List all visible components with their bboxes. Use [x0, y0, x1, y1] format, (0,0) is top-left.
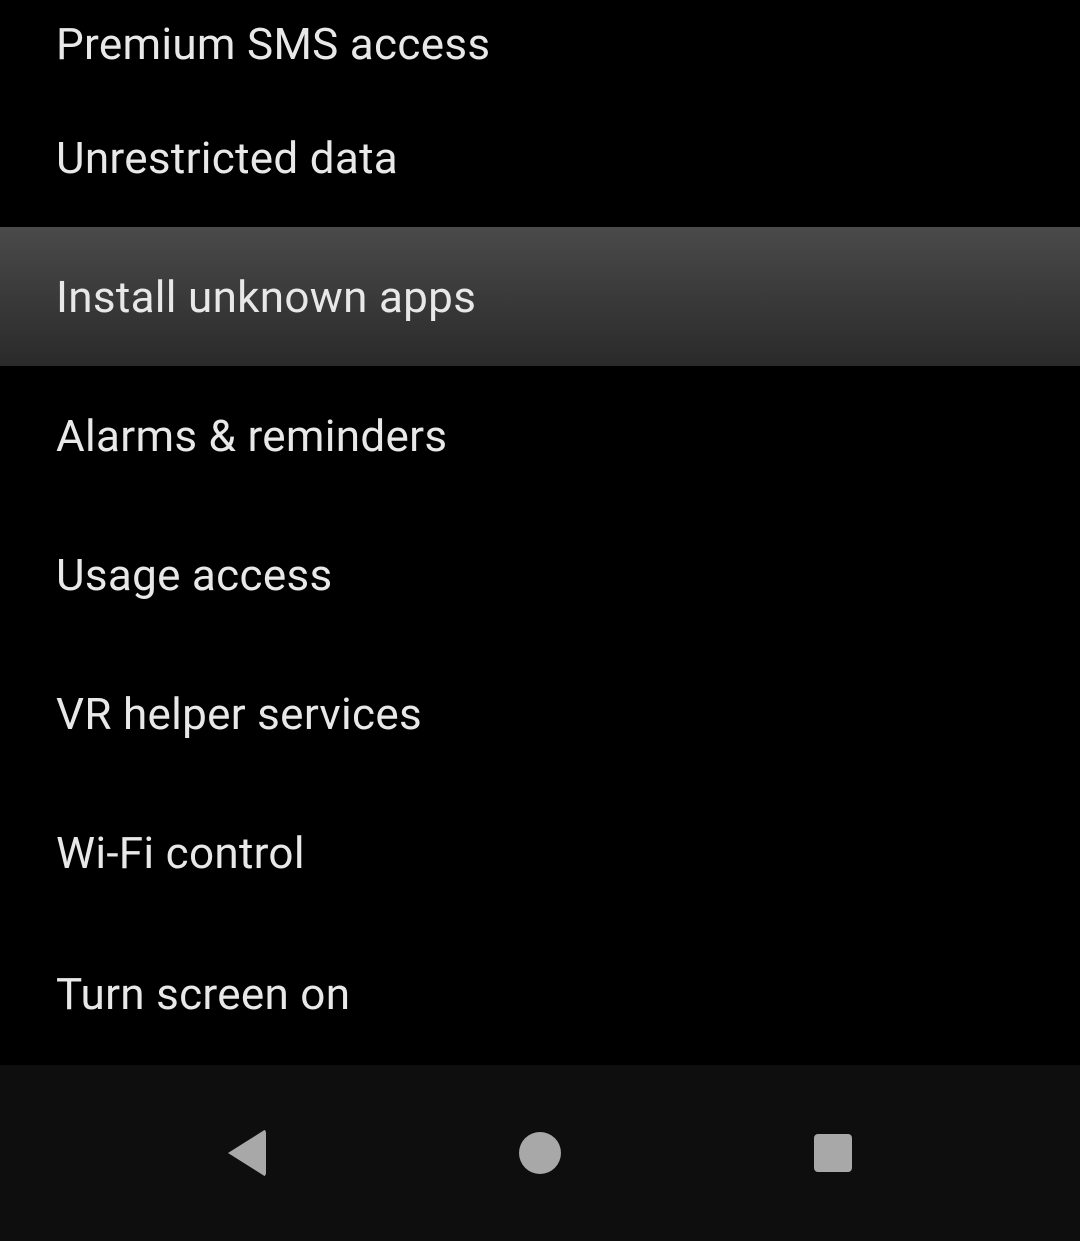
- settings-item-label: Turn screen on: [56, 968, 350, 1020]
- settings-item-label: Alarms & reminders: [56, 410, 447, 462]
- navigation-bar: [0, 1065, 1080, 1241]
- settings-item-label: VR helper services: [56, 688, 422, 740]
- recent-apps-icon: [814, 1134, 852, 1172]
- settings-item-turn-screen-on[interactable]: Turn screen on: [0, 922, 1080, 1065]
- settings-item-alarms-reminders[interactable]: Alarms & reminders: [0, 366, 1080, 505]
- settings-item-vr-helper[interactable]: VR helper services: [0, 644, 1080, 783]
- back-button[interactable]: [211, 1117, 283, 1189]
- settings-item-usage-access[interactable]: Usage access: [0, 505, 1080, 644]
- settings-item-install-unknown-apps[interactable]: Install unknown apps: [0, 227, 1080, 366]
- settings-item-wifi-control[interactable]: Wi-Fi control: [0, 783, 1080, 922]
- recent-apps-button[interactable]: [797, 1117, 869, 1189]
- home-icon: [519, 1132, 561, 1174]
- home-button[interactable]: [504, 1117, 576, 1189]
- settings-item-label: Premium SMS access: [56, 18, 490, 70]
- settings-item-premium-sms[interactable]: Premium SMS access: [0, 0, 1080, 88]
- settings-item-label: Install unknown apps: [56, 271, 476, 323]
- settings-item-label: Unrestricted data: [56, 132, 398, 184]
- settings-list: Premium SMS access Unrestricted data Ins…: [0, 0, 1080, 1065]
- settings-item-label: Wi-Fi control: [56, 827, 305, 879]
- settings-item-unrestricted-data[interactable]: Unrestricted data: [0, 88, 1080, 227]
- settings-item-label: Usage access: [56, 549, 332, 601]
- back-icon: [228, 1129, 266, 1177]
